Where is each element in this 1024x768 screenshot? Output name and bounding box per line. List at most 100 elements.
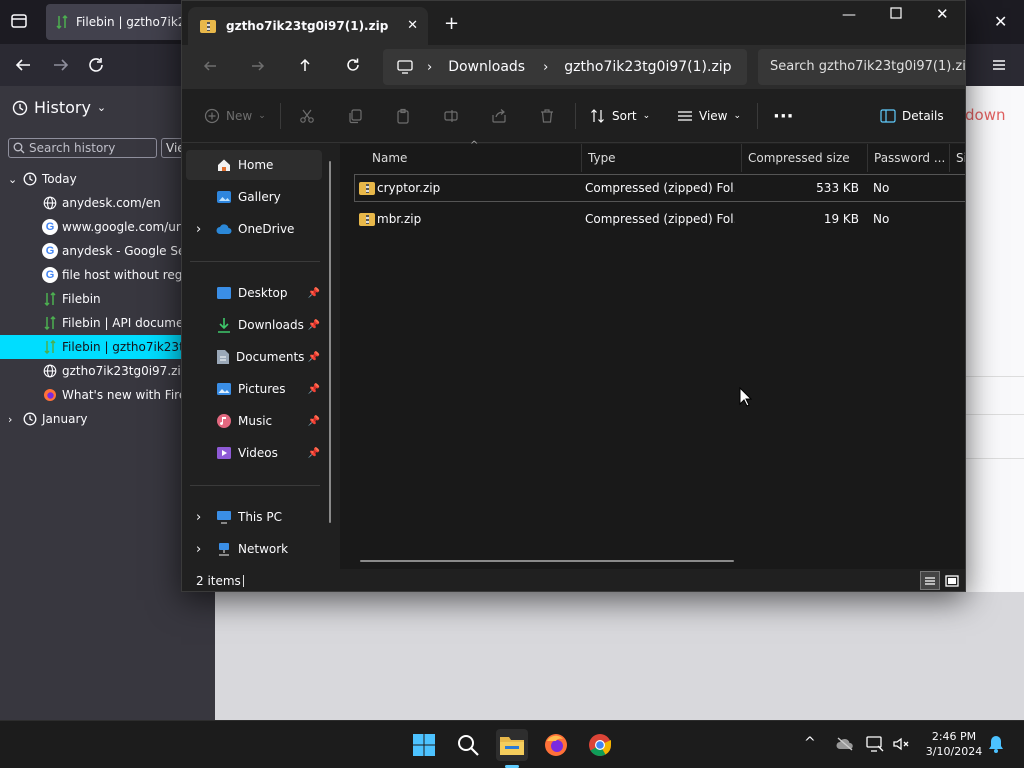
filebin-icon [42, 315, 58, 331]
google-icon: G [42, 267, 58, 283]
horizontal-scrollbar[interactable] [360, 560, 734, 562]
pin-icon[interactable]: 📌 [308, 288, 320, 299]
table-row[interactable]: mbr.zip Compressed (zipped) Fol... 19 KB… [354, 205, 965, 233]
chevron-up-icon[interactable]: ^ [804, 735, 816, 751]
details-button[interactable]: Details [880, 89, 944, 143]
copy-button[interactable] [347, 89, 363, 143]
history-item-label: anydesk.com/en [62, 196, 161, 210]
pin-icon[interactable]: 📌 [308, 352, 320, 363]
clipboard-icon [395, 108, 411, 124]
close-tab-icon[interactable]: ✕ [407, 18, 418, 33]
rename-button[interactable] [443, 89, 459, 143]
filebin-icon [42, 339, 58, 355]
history-search-input[interactable]: Search history [8, 138, 157, 158]
column-header-type[interactable]: Type [582, 144, 742, 172]
chrome-icon[interactable] [584, 729, 616, 761]
paste-button[interactable] [395, 89, 411, 143]
nav-label: Home [238, 158, 274, 172]
history-header[interactable]: History ⌄ [12, 98, 106, 117]
nav-item-network[interactable]: › Network [186, 534, 322, 564]
clock[interactable]: 2:46 PM 3/10/2024 [924, 729, 984, 759]
menu-icon[interactable] [990, 56, 1008, 74]
nav-item-downloads[interactable]: Downloads 📌 [186, 310, 322, 340]
nav-item-music[interactable]: Music 📌 [186, 406, 322, 436]
network-icon [216, 542, 232, 556]
tiles-view-toggle[interactable] [942, 571, 962, 590]
column-header-password[interactable]: Password ... [868, 144, 950, 172]
share-button[interactable] [491, 89, 507, 143]
notification-bell-icon[interactable] [988, 735, 1004, 753]
trash-icon [539, 108, 555, 124]
maximize-icon[interactable] [890, 7, 902, 19]
search-icon[interactable] [452, 729, 484, 761]
start-windows-icon[interactable] [408, 729, 440, 761]
nav-label: Videos [238, 446, 278, 460]
chevron-right-icon[interactable]: › [196, 222, 216, 237]
explorer-tab[interactable]: gztho7ik23tg0i97(1).zip ✕ [188, 7, 428, 45]
column-header-size[interactable]: Compressed size [742, 144, 868, 172]
taskbar: ^ 2:46 PM 3/10/2024 [0, 720, 1024, 768]
google-icon: G [42, 243, 58, 259]
file-password: No [873, 181, 890, 195]
breadcrumb-item-downloads[interactable]: Downloads [448, 59, 525, 75]
details-view-toggle[interactable] [920, 571, 940, 590]
details-view-icon [924, 576, 936, 586]
close-window-icon[interactable]: ✕ [936, 5, 949, 23]
file-name: mbr.zip [377, 212, 422, 226]
forward-icon[interactable] [250, 58, 266, 74]
breadcrumb-item-current[interactable]: gztho7ik23tg0i97(1).zip [564, 59, 731, 75]
more-options-icon[interactable]: ··· [773, 89, 794, 143]
firefox-close-icon[interactable]: ✕ [994, 12, 1007, 31]
nav-item-onedrive[interactable]: › OneDrive [186, 214, 322, 244]
nav-pane-scrollbar[interactable] [329, 161, 331, 523]
table-row[interactable]: cryptor.zip Compressed (zipped) Fol... 5… [354, 174, 965, 202]
chevron-right-icon[interactable]: › [196, 510, 216, 525]
firefox-tab[interactable]: Filebin | gzthο7ik23t [46, 4, 196, 40]
nav-item-videos[interactable]: Videos 📌 [186, 438, 322, 468]
nav-item-desktop[interactable]: Desktop 📌 [186, 278, 322, 308]
nav-item-home[interactable]: Home [186, 150, 322, 180]
rename-icon [443, 108, 459, 124]
delete-button[interactable] [539, 89, 555, 143]
nav-item-documents[interactable]: Documents 📌 [186, 342, 322, 372]
new-tab-icon[interactable]: + [444, 13, 459, 34]
nav-label: Gallery [238, 190, 281, 204]
pin-icon[interactable]: 📌 [308, 448, 320, 459]
history-item-label: What's new with Firefo [62, 388, 198, 402]
file-explorer-taskbar-icon[interactable] [496, 729, 528, 761]
nav-item-pictures[interactable]: Pictures 📌 [186, 374, 322, 404]
view-button[interactable]: View ⌄ [677, 89, 741, 143]
pin-icon[interactable]: 📌 [308, 384, 320, 395]
onedrive-offline-icon[interactable] [836, 737, 854, 751]
nav-item-gallery[interactable]: Gallery [186, 182, 322, 212]
chevron-right-icon[interactable]: › [196, 542, 216, 557]
new-button[interactable]: New ⌄ [204, 89, 266, 143]
breadcrumb[interactable]: › Downloads › gztho7ik23tg0i97(1).zip [383, 49, 747, 85]
explorer-search-input[interactable]: Search gztho7ik23tg0i97(1).zip [758, 49, 965, 85]
back-icon[interactable] [14, 56, 32, 74]
up-arrow-icon[interactable] [297, 57, 313, 73]
tab-overview-icon[interactable] [10, 12, 28, 30]
history-item-label: file host without regist [62, 268, 197, 282]
pin-icon[interactable]: 📌 [308, 320, 320, 331]
network-status-icon[interactable] [866, 735, 884, 753]
reload-icon[interactable] [87, 56, 105, 74]
refresh-icon[interactable] [345, 57, 361, 73]
column-header-extra[interactable]: Si [950, 144, 965, 172]
preview-pane-icon [945, 574, 959, 587]
sort-button[interactable]: Sort ⌄ [590, 89, 650, 143]
column-header-name[interactable]: Name [366, 144, 582, 172]
forward-icon[interactable] [52, 56, 70, 74]
nav-item-this-pc[interactable]: › This PC [186, 502, 322, 532]
back-icon[interactable] [202, 58, 218, 74]
minimize-icon[interactable]: — [842, 7, 856, 23]
column-header-label: Compressed size [748, 151, 850, 165]
firefox-icon[interactable] [540, 729, 572, 761]
view-label: View [699, 109, 728, 123]
nav-label: OneDrive [238, 222, 295, 236]
scissors-icon [299, 108, 315, 124]
item-count: 2 items [196, 574, 241, 588]
volume-muted-icon[interactable] [892, 735, 910, 753]
pin-icon[interactable]: 📌 [308, 416, 320, 427]
cut-button[interactable] [299, 89, 315, 143]
